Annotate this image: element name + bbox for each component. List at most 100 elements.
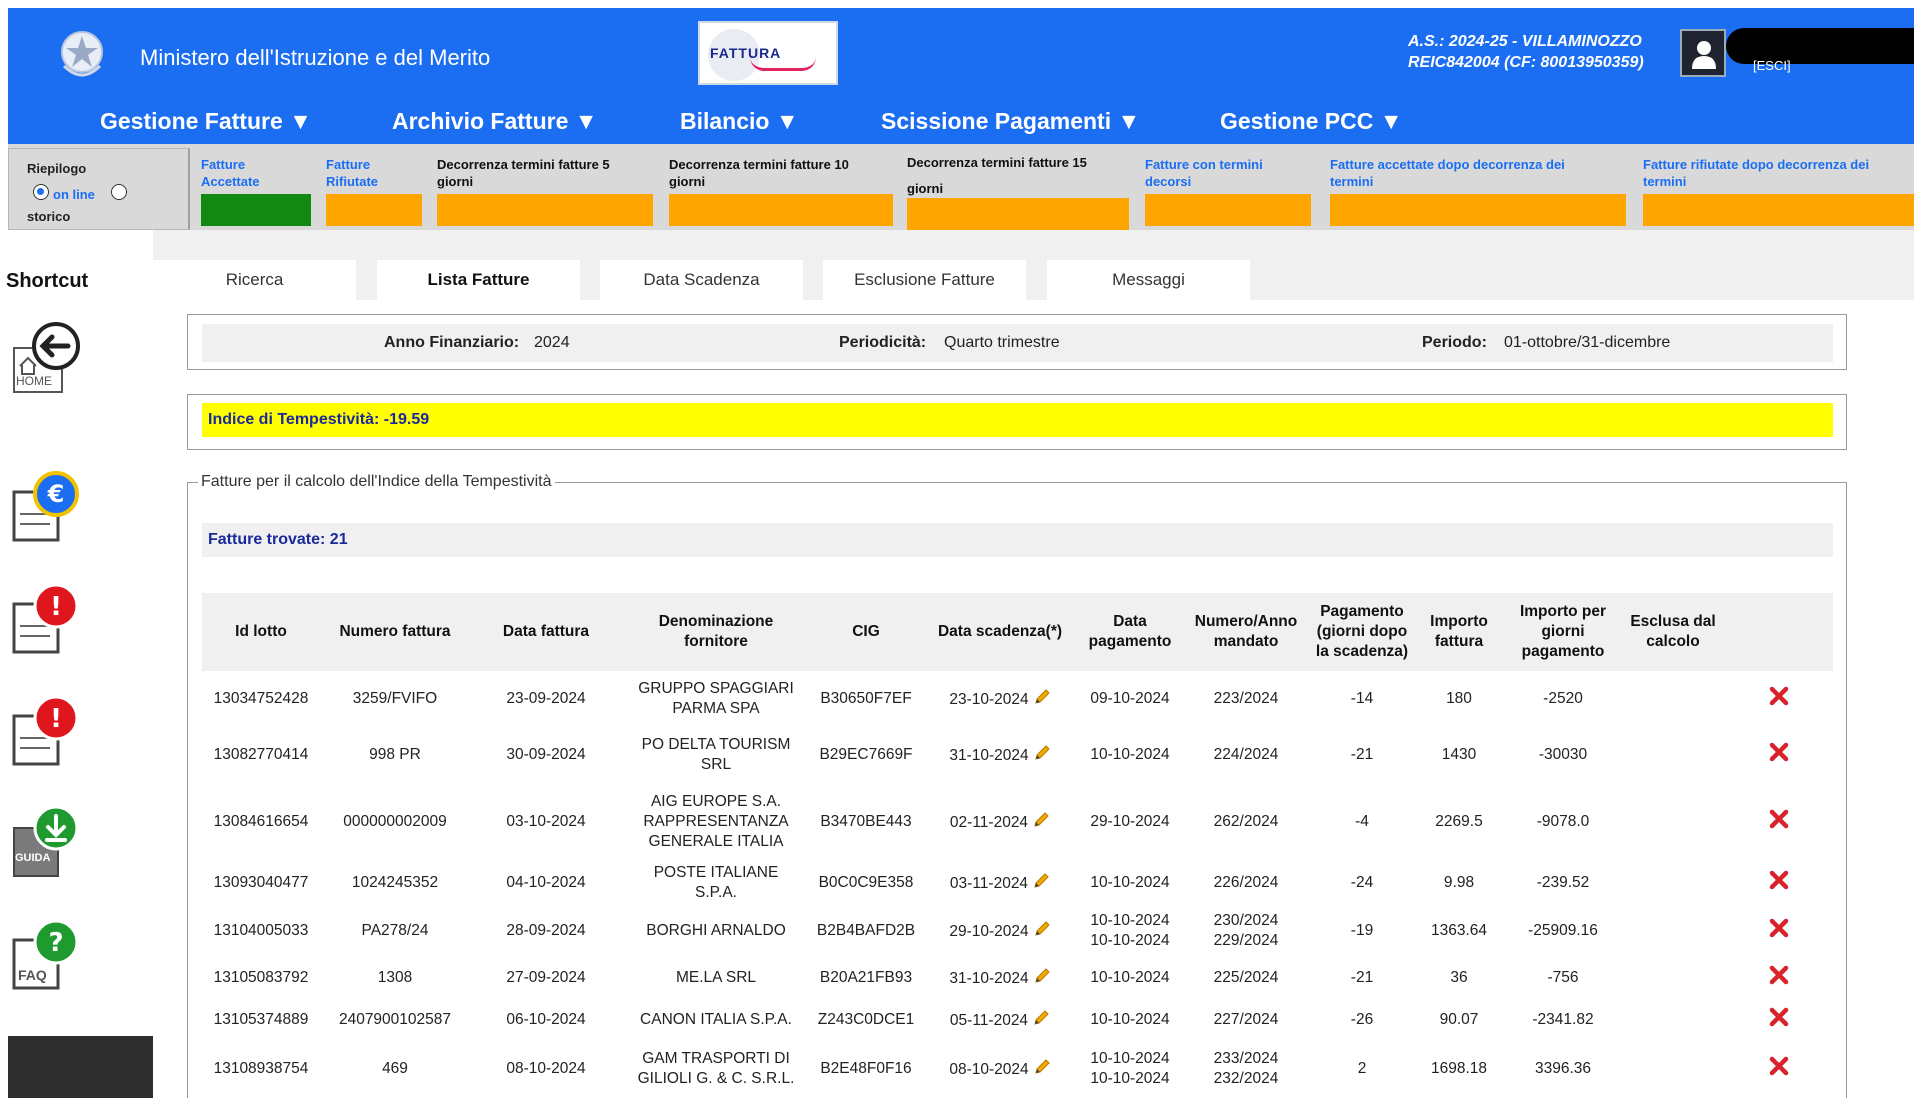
status-bar: Riepilogo on line storico Fatture Accetta… [8, 144, 1914, 230]
edit-pencil-icon[interactable] [1032, 811, 1050, 829]
user-icon [1692, 41, 1716, 69]
menu-gestione-fatture[interactable]: Gestione Fatture ▼ [100, 108, 312, 135]
radio-online[interactable] [33, 184, 49, 200]
exclude-x-icon[interactable] [1769, 1056, 1789, 1076]
col-numero-anno-mandato[interactable]: Numero/Anno mandato [1182, 593, 1310, 671]
shortcut-faq[interactable]: ? FAQ [10, 916, 82, 998]
cell-esclusa [1622, 671, 1724, 727]
guida-label: GUIDA [15, 852, 51, 864]
shortcut-euro[interactable]: € [10, 468, 82, 550]
edit-pencil-icon[interactable] [1033, 920, 1051, 938]
status-bar-rifiutate [326, 194, 422, 226]
edit-pencil-icon[interactable] [1033, 744, 1051, 762]
cell-giorni: -21 [1350, 746, 1374, 763]
exclude-x-icon[interactable] [1769, 870, 1789, 890]
cell-data-pagamento: 10-10-2024 [1090, 969, 1170, 986]
cell-giorni: 2 [1357, 1060, 1367, 1077]
periodicita-label: Periodicità: [839, 334, 927, 351]
cell-data-pagamento: 10-10-2024 [1090, 1011, 1170, 1028]
tab-esclusione-fatture[interactable]: Esclusione Fatture [823, 260, 1026, 300]
col-data-scadenza[interactable]: Data scadenza(*) [922, 593, 1078, 671]
tab-ricerca[interactable]: Ricerca [153, 260, 356, 300]
col-data-fattura[interactable]: Data fattura [470, 593, 622, 671]
cell-cig: Z243C0DCE1 [817, 1011, 915, 1028]
col-id-lotto[interactable]: Id lotto [202, 593, 320, 671]
cell-mandato: 225/2024 [1213, 969, 1279, 986]
cell-mandato: 226/2024 [1213, 874, 1279, 891]
cell-data-scadenza: 08-10-2024 [922, 1041, 1078, 1097]
euro-document-icon: € [12, 471, 79, 542]
status-bar-decorrenza-15 [907, 198, 1129, 230]
edit-pencil-icon[interactable] [1032, 1009, 1050, 1027]
cell-mandato: 227/2024 [1213, 1011, 1279, 1028]
riepilogo-box: Riepilogo on line storico [8, 148, 190, 230]
col-data-pagamento[interactable]: Data pagamento [1078, 593, 1182, 671]
col-pagamento-giorni[interactable]: Pagamento (giorni dopo la scadenza) [1310, 593, 1414, 671]
periodo-label: Periodo: [1422, 334, 1487, 351]
tab-messaggi[interactable]: Messaggi [1047, 260, 1250, 300]
edit-pencil-icon[interactable] [1033, 1058, 1051, 1076]
periodicita-value: Quarto trimestre [944, 334, 1060, 351]
cell-importo: 180 [1446, 690, 1472, 707]
cell-importo-giorni: -9078.0 [1536, 813, 1590, 830]
cell-cig: B29EC7669F [819, 746, 913, 763]
shortcut-alert-2[interactable]: ! [10, 692, 82, 774]
col-denominazione-fornitore[interactable]: Denominazione fornitore [622, 593, 810, 671]
cell-id-lotto: 13105374889 [213, 1011, 309, 1028]
cell-fornitore: BORGHI ARNALDO [646, 922, 786, 939]
anno-label: Anno Finanziario: [384, 334, 520, 351]
cell-id-lotto: 13093040477 [213, 874, 309, 891]
exclude-x-icon[interactable] [1769, 686, 1789, 706]
col-esclusa-dal-calcolo[interactable]: Esclusa dal calcolo [1622, 593, 1724, 671]
periodo-value: 01-ottobre/31-dicembre [1504, 334, 1671, 351]
svg-text:€: € [47, 480, 65, 508]
alert-document-icon: ! [12, 583, 79, 654]
table-body: 13034752428 3259/FVIFO 23-09-2024 GRUPPO SP… [202, 671, 1833, 1097]
edit-pencil-icon[interactable] [1033, 967, 1051, 985]
col-cig[interactable]: CIG [810, 593, 922, 671]
tab-lista-fatture[interactable]: Lista Fatture [377, 260, 580, 300]
cell-importo-giorni: -30030 [1538, 746, 1588, 763]
col-importo-fattura[interactable]: Importo fattura [1414, 593, 1504, 671]
logout-link[interactable]: [ESCI] [1753, 58, 1791, 73]
cell-esclusa [1622, 1041, 1724, 1097]
exclude-x-icon[interactable] [1769, 809, 1789, 829]
user-avatar[interactable] [1680, 29, 1726, 77]
cell-cig: B2B4BAFD2B [816, 922, 916, 939]
menu-archivio-fatture[interactable]: Archivio Fatture ▼ [392, 108, 598, 135]
table-row: 13034752428 3259/FVIFO 23-09-2024 GRUPPO SP… [202, 671, 1833, 727]
shortcut-home[interactable]: HOME [10, 318, 82, 400]
cell-importo: 90.07 [1439, 1011, 1479, 1028]
tab-data-scadenza[interactable]: Data Scadenza [600, 260, 803, 300]
menu-bilancio[interactable]: Bilancio ▼ [680, 108, 799, 135]
cell-data-pagamento: 29-10-2024 [1090, 813, 1170, 830]
exclude-x-icon[interactable] [1769, 742, 1789, 762]
shortcut-guida[interactable]: GUIDA [10, 804, 82, 886]
edit-pencil-icon[interactable] [1033, 688, 1051, 706]
cell-data-scadenza: 31-10-2024 [922, 957, 1078, 999]
fieldset-legend: Fatture per il calcolo dell'Indice della… [198, 473, 555, 491]
col-importo-per-giorni[interactable]: Importo per giorni pagamento [1504, 593, 1622, 671]
cell-id-lotto: 13084616654 [213, 813, 309, 830]
alert-document-icon: ! [12, 695, 79, 766]
radio-storico[interactable] [111, 184, 127, 200]
exclude-x-icon[interactable] [1769, 965, 1789, 985]
menu-scissione-pagamenti[interactable]: Scissione Pagamenti ▼ [881, 108, 1140, 135]
cell-data-fattura: 06-10-2024 [506, 1011, 586, 1028]
cell-exclude-action [1724, 957, 1833, 999]
menu-gestione-pcc[interactable]: Gestione PCC ▼ [1220, 108, 1403, 135]
cell-importo: 1363.64 [1430, 922, 1488, 939]
svg-text:!: ! [50, 592, 62, 622]
cell-fornitore: GRUPPO SPAGGIARI PARMA SPA [638, 680, 794, 717]
col-numero-fattura[interactable]: Numero fattura [320, 593, 470, 671]
shortcut-alert-1[interactable]: ! [10, 580, 82, 662]
cell-id-lotto: 13082770414 [213, 746, 309, 763]
edit-pencil-icon[interactable] [1032, 872, 1050, 890]
cell-importo-giorni: -2520 [1543, 690, 1583, 707]
fatture-table: Id lotto Numero fattura Data fattura Den… [202, 593, 1833, 1097]
status-bar-rifiutate-dopo [1643, 194, 1914, 226]
exclude-x-icon[interactable] [1769, 918, 1789, 938]
fattura-logo[interactable]: FATTURA [698, 21, 838, 85]
exclude-x-icon[interactable] [1769, 1007, 1789, 1027]
anno-value: 2024 [534, 334, 570, 351]
